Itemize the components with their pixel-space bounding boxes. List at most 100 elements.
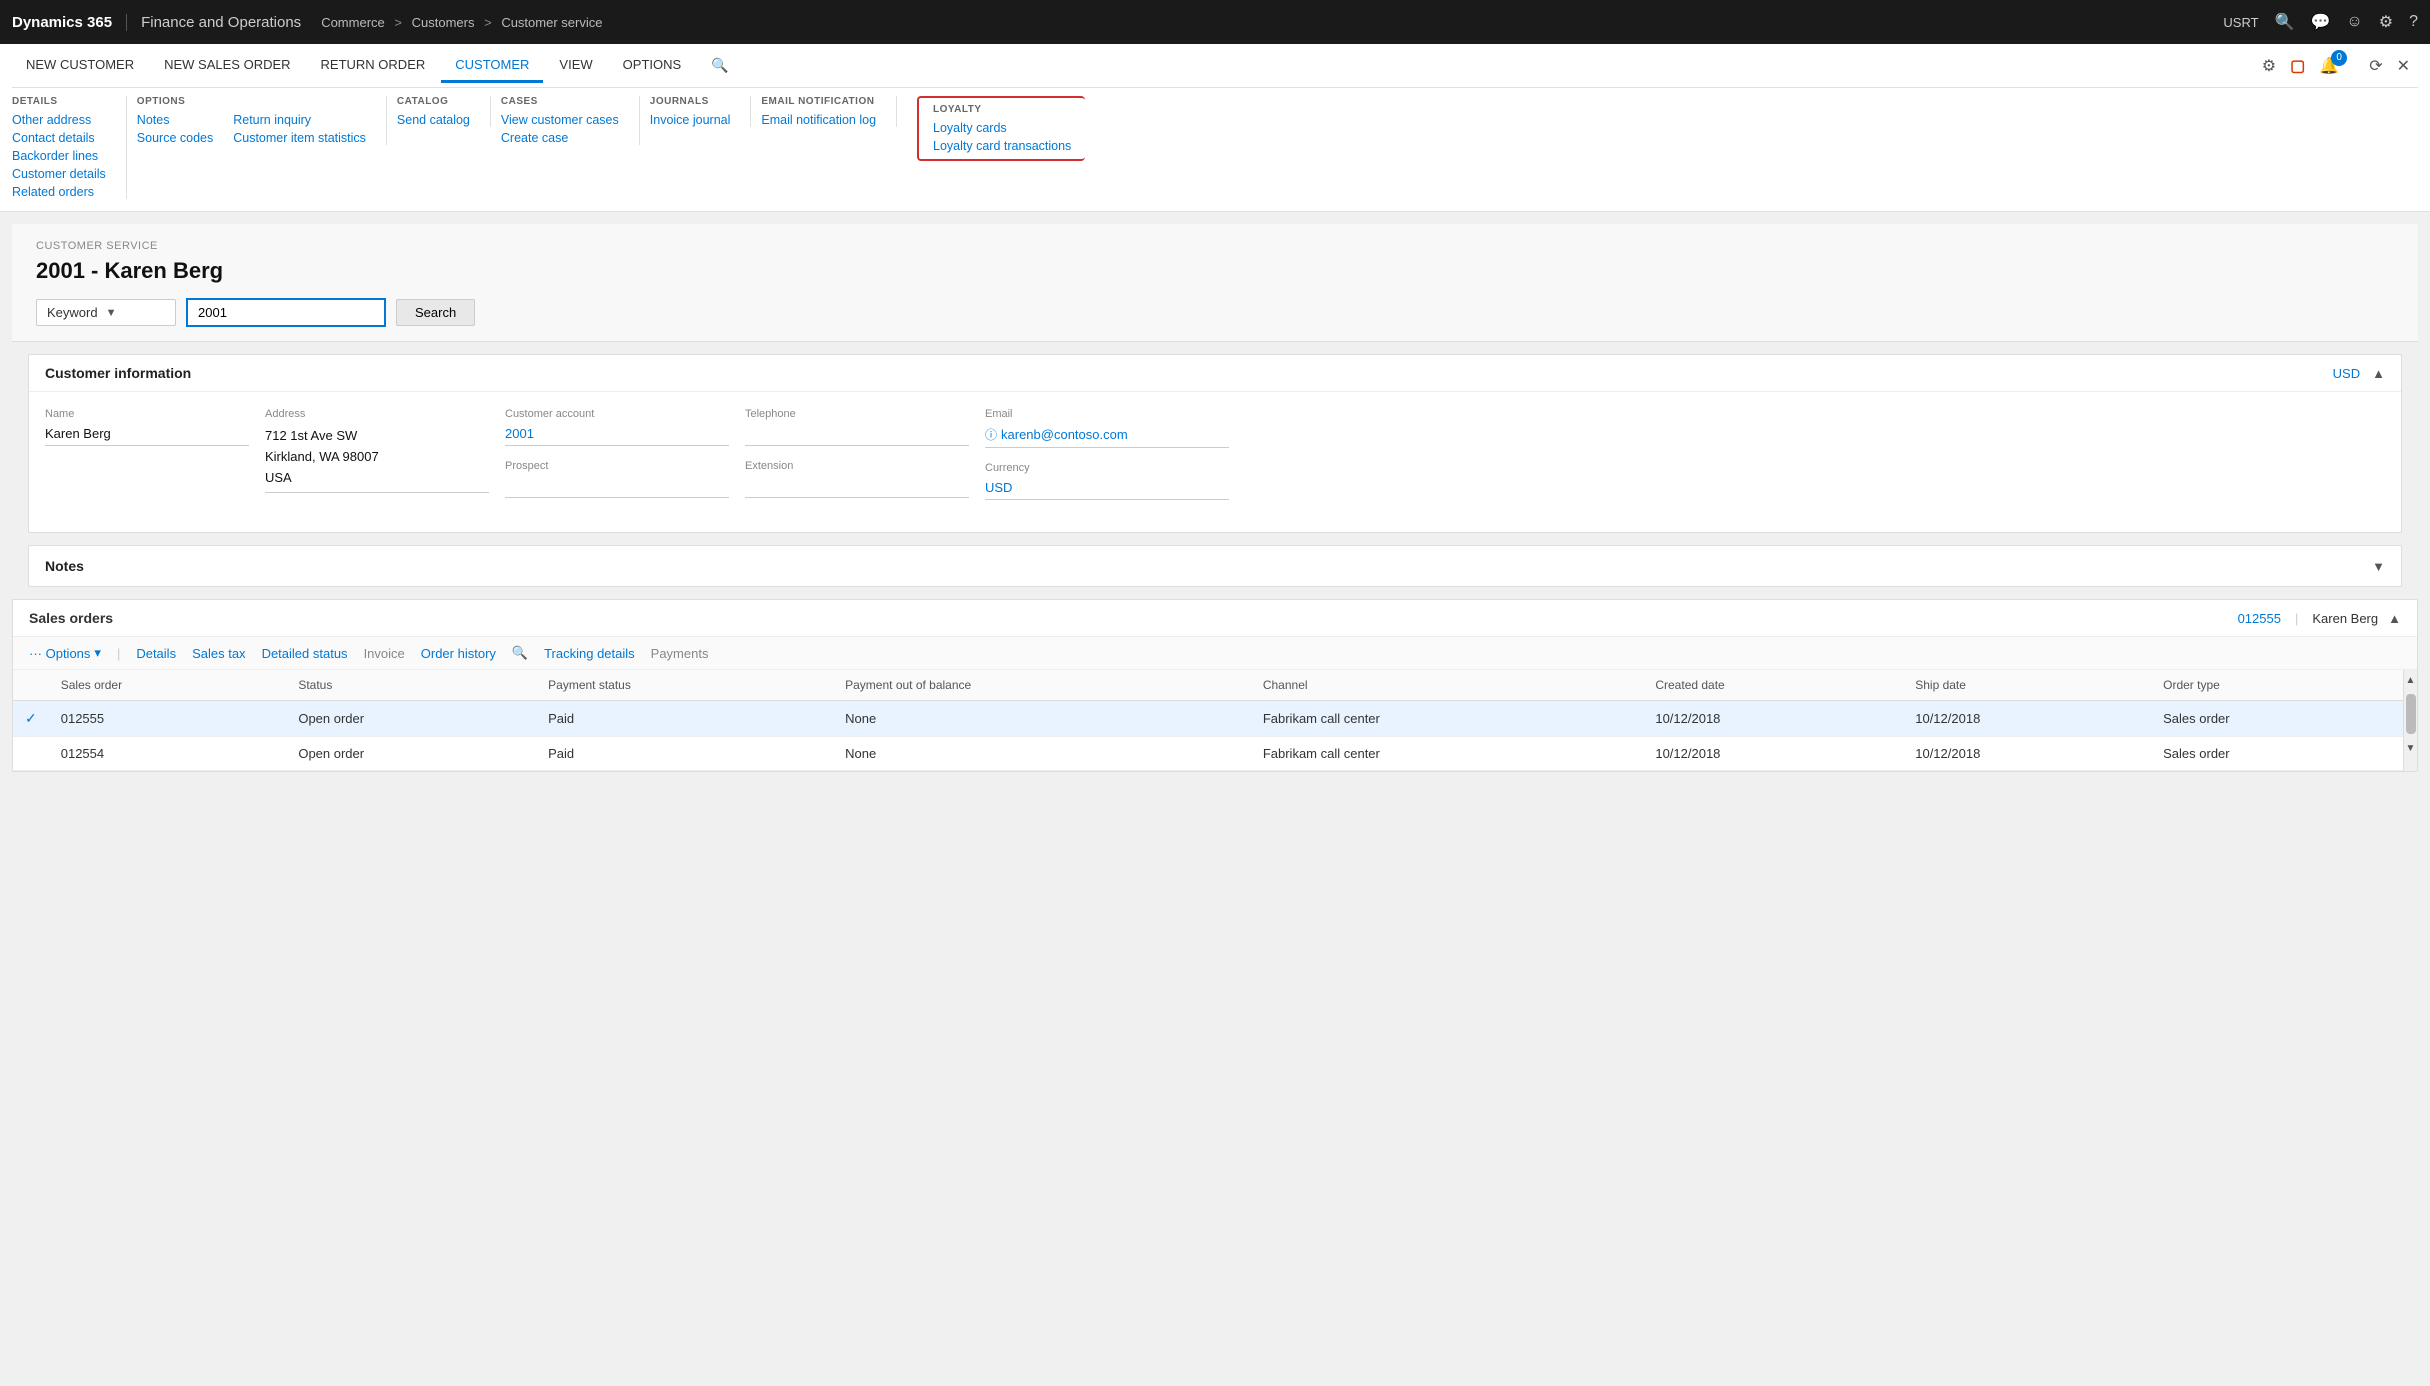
row1-sales-order[interactable]: 012555 xyxy=(49,701,287,737)
breadcrumb: Commerce > Customers > Customer service xyxy=(321,15,2223,30)
address-field: Address 712 1st Ave SW Kirkland, WA 9800… xyxy=(265,408,505,516)
col-check xyxy=(13,670,49,701)
journals-items: Invoice journal xyxy=(650,113,731,127)
ribbon-group-loyalty: LOYALTY Loyalty cards Loyalty card trans… xyxy=(917,96,1085,161)
col-status[interactable]: Status xyxy=(286,670,536,701)
row1-status: Open order xyxy=(286,701,536,737)
search-input[interactable] xyxy=(186,298,386,327)
col-channel[interactable]: Channel xyxy=(1251,670,1644,701)
ribbon-other-address[interactable]: Other address xyxy=(12,113,106,127)
row2-ship-date: 10/12/2018 xyxy=(1903,737,2151,771)
sales-header: Sales orders 012555 | Karen Berg ▲ xyxy=(13,600,2417,637)
ribbon-bell-icon[interactable]: 🔔 0 xyxy=(2319,56,2355,76)
brand-dynamics365[interactable]: Dynamics 365 xyxy=(12,14,127,31)
checkmark-icon: ✓ xyxy=(25,710,37,726)
tab-return-order[interactable]: Return order xyxy=(307,49,440,83)
email-value[interactable]: ⓘ karenb@contoso.com xyxy=(985,426,1229,448)
help-icon[interactable]: ? xyxy=(2409,13,2418,31)
right-scrollbar[interactable]: ▲ ▼ xyxy=(2403,670,2417,771)
options-col1: Notes Source codes xyxy=(137,113,213,145)
scroll-thumb[interactable] xyxy=(2406,694,2416,734)
tab-view[interactable]: VIEW xyxy=(545,49,606,83)
ribbon-close-icon[interactable]: ✕ xyxy=(2397,56,2410,76)
ribbon-office-icon[interactable]: ▢ xyxy=(2290,56,2305,76)
ribbon-contact-details[interactable]: Contact details xyxy=(12,131,106,145)
ribbon-refresh-icon[interactable]: ⟳ xyxy=(2369,56,2382,76)
chat-icon[interactable]: 💬 xyxy=(2310,12,2330,32)
ribbon: New customer New sales order Return orde… xyxy=(0,44,2430,212)
sales-order-link[interactable]: 012555 xyxy=(2238,611,2281,626)
options-toolbar-btn[interactable]: ··· Options ▾ xyxy=(29,645,101,661)
currency-value[interactable]: USD xyxy=(985,480,1229,500)
currency-link[interactable]: USD xyxy=(2333,366,2360,381)
breadcrumb-commerce[interactable]: Commerce xyxy=(321,15,385,30)
ribbon-email-notification-log[interactable]: Email notification log xyxy=(761,113,876,127)
table-row[interactable]: 012554 Open order Paid None Fabrikam cal… xyxy=(13,737,2403,771)
ribbon-backorder-lines[interactable]: Backorder lines xyxy=(12,149,106,163)
col-payment-balance[interactable]: Payment out of balance xyxy=(833,670,1251,701)
ribbon-loyalty-cards[interactable]: Loyalty cards xyxy=(933,121,1071,135)
ribbon-customer-item-stats[interactable]: Customer item statistics xyxy=(233,131,366,145)
ribbon-settings-icon[interactable]: ⚙ xyxy=(2262,56,2276,76)
toolbar-tracking-details[interactable]: Tracking details xyxy=(544,646,635,661)
ribbon-return-inquiry[interactable]: Return inquiry xyxy=(233,113,366,127)
scroll-down-icon[interactable]: ▼ xyxy=(2404,738,2417,758)
ribbon-customer-details[interactable]: Customer details xyxy=(12,167,106,181)
customer-info-header[interactable]: Customer information USD ▲ xyxy=(29,355,2401,392)
ribbon-related-orders[interactable]: Related orders xyxy=(12,185,106,199)
gear-icon[interactable]: ⚙ xyxy=(2379,12,2393,32)
col-ship-date[interactable]: Ship date xyxy=(1903,670,2151,701)
prospect-label: Prospect xyxy=(505,460,729,472)
tab-new-sales-order[interactable]: New sales order xyxy=(150,49,304,83)
ribbon-view-customer-cases[interactable]: View customer cases xyxy=(501,113,619,127)
row2-status: Open order xyxy=(286,737,536,771)
ribbon-source-codes[interactable]: Source codes xyxy=(137,131,213,145)
row1-check: ✓ xyxy=(13,701,49,737)
sales-toolbar: ··· Options ▾ | Details Sales tax Detail… xyxy=(13,637,2417,670)
email-address: karenb@contoso.com xyxy=(1001,427,1128,442)
toolbar-details[interactable]: Details xyxy=(136,646,176,661)
ribbon-invoice-journal[interactable]: Invoice journal xyxy=(650,113,731,127)
ribbon-send-catalog[interactable]: Send catalog xyxy=(397,113,470,127)
tab-new-customer[interactable]: New customer xyxy=(12,49,148,83)
sales-orders-section: Sales orders 012555 | Karen Berg ▲ ··· O… xyxy=(12,599,2418,772)
ribbon-loyalty-card-transactions[interactable]: Loyalty card transactions xyxy=(933,139,1071,153)
toolbar-detailed-status[interactable]: Detailed status xyxy=(262,646,348,661)
top-nav-right: USRT 🔍 💬 ☺ ⚙ ? xyxy=(2223,12,2418,32)
customer-info-chevron-icon: ▲ xyxy=(2372,366,2385,381)
col-created-date[interactable]: Created date xyxy=(1643,670,1903,701)
table-row[interactable]: ✓ 012555 Open order Paid None Fabrikam c… xyxy=(13,701,2403,737)
breadcrumb-customer-service[interactable]: Customer service xyxy=(501,15,602,30)
col-payment-status[interactable]: Payment status xyxy=(536,670,833,701)
keyword-dropdown[interactable]: Keyword ▼ xyxy=(36,299,176,326)
toolbar-sep1: | xyxy=(117,646,120,661)
toolbar-sales-tax[interactable]: Sales tax xyxy=(192,646,245,661)
main-content-area: CUSTOMER SERVICE 2001 - Karen Berg Keywo… xyxy=(0,212,2430,1386)
row2-payment-balance: None xyxy=(833,737,1251,771)
tab-options[interactable]: OPTIONS xyxy=(609,49,696,83)
col-order-type[interactable]: Order type xyxy=(2151,670,2403,701)
tab-customer[interactable]: CUSTOMER xyxy=(441,49,543,83)
user-circle-icon[interactable]: ☺ xyxy=(2346,13,2362,31)
toolbar-order-history[interactable]: Order history xyxy=(421,646,496,661)
email-field: Email ⓘ karenb@contoso.com Currency USD xyxy=(985,408,1245,516)
email-notification-group-title: EMAIL NOTIFICATION xyxy=(761,96,876,107)
search-button[interactable]: Search xyxy=(396,299,475,326)
telephone-value xyxy=(745,426,969,446)
account-value[interactable]: 2001 xyxy=(505,426,729,446)
cases-group-title: CASES xyxy=(501,96,619,107)
loyalty-group-title: LOYALTY xyxy=(933,104,1071,115)
ribbon-search-icon[interactable]: 🔍 xyxy=(697,49,742,82)
search-icon[interactable]: 🔍 xyxy=(2275,12,2295,32)
email-label: Email xyxy=(985,408,1229,420)
col-sales-order[interactable]: Sales order xyxy=(49,670,287,701)
ribbon-notes[interactable]: Notes xyxy=(137,113,213,127)
breadcrumb-customers[interactable]: Customers xyxy=(412,15,475,30)
name-field: Name Karen Berg xyxy=(45,408,265,516)
row1-payment-status: Paid xyxy=(536,701,833,737)
ribbon-create-case[interactable]: Create case xyxy=(501,131,619,145)
top-nav-bar: Dynamics 365 Finance and Operations Comm… xyxy=(0,0,2430,44)
row2-sales-order[interactable]: 012554 xyxy=(49,737,287,771)
notes-header[interactable]: Notes ▼ xyxy=(29,546,2401,586)
scroll-up-icon[interactable]: ▲ xyxy=(2404,670,2417,690)
